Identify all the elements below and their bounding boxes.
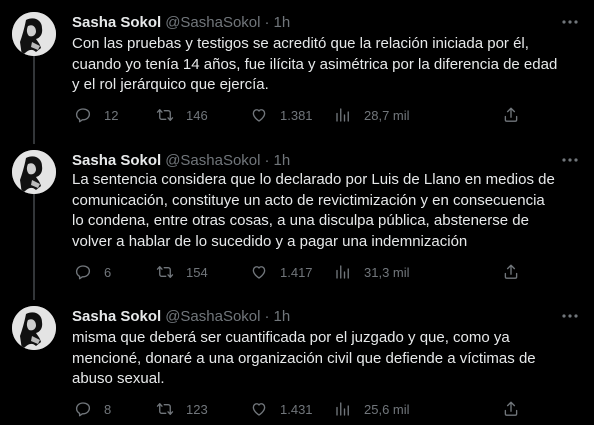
timestamp[interactable]: 1h: [273, 14, 290, 31]
reply-count: 8: [104, 401, 112, 417]
timestamp[interactable]: 1h: [273, 308, 290, 325]
view-count: 31,3 mil: [364, 264, 410, 280]
views-button[interactable]: 28,7 mil: [334, 105, 410, 125]
timestamp[interactable]: 1h: [273, 152, 290, 169]
tweet[interactable]: Sasha Sokol @SashaSokol · 1h La sentenci…: [0, 142, 594, 300]
reply-button[interactable]: 6: [74, 262, 111, 282]
reply-count: 12: [104, 107, 119, 123]
tweet-text: La sentencia considera que lo declarado …: [72, 171, 555, 250]
thread-connector: [33, 54, 35, 144]
separator: ·: [264, 307, 270, 325]
more-dots-icon[interactable]: [560, 150, 580, 170]
retweet-count: 146: [186, 107, 208, 123]
tweet-header: Sasha Sokol @SashaSokol · 1h: [72, 150, 290, 170]
reply-count: 6: [104, 264, 112, 280]
heart-icon: [252, 403, 266, 416]
views-button[interactable]: 25,6 mil: [334, 399, 410, 419]
like-count: 1.417: [280, 264, 313, 280]
views-chart-icon: [336, 402, 349, 416]
author-name[interactable]: Sasha Sokol: [72, 308, 161, 325]
heart-icon: [252, 266, 266, 279]
share-button[interactable]: [502, 262, 520, 282]
author-handle[interactable]: @SashaSokol: [165, 152, 260, 169]
tweet-text: Con las pruebas y testigos se acreditó q…: [72, 35, 558, 93]
like-count: 1.381: [280, 107, 313, 123]
retweet-icon: [156, 266, 174, 278]
reply-button[interactable]: 8: [74, 399, 111, 419]
share-button[interactable]: [502, 399, 520, 419]
retweet-button[interactable]: 154: [156, 262, 208, 282]
heart-icon: [252, 109, 266, 122]
view-count: 28,7 mil: [364, 107, 410, 123]
author-handle[interactable]: @SashaSokol: [165, 14, 260, 31]
thread-connector: [33, 192, 35, 300]
reply-button[interactable]: 12: [74, 105, 118, 125]
avatar[interactable]: [12, 12, 56, 56]
like-button[interactable]: 1.431: [250, 399, 313, 419]
share-icon: [504, 107, 518, 122]
like-count: 1.431: [280, 401, 313, 417]
tweet-actions: 6 154 1.417 31,3 mil: [72, 262, 572, 282]
avatar[interactable]: [12, 150, 56, 194]
share-icon: [504, 264, 518, 279]
tweet-actions: 12 146 1.381 28,7 mil: [72, 105, 572, 125]
tweet-text: misma que deberá ser cuantificada por el…: [72, 329, 536, 387]
separator: ·: [264, 151, 270, 169]
author-name[interactable]: Sasha Sokol: [72, 14, 161, 31]
tweet-header: Sasha Sokol @SashaSokol · 1h: [72, 12, 290, 32]
reply-icon: [75, 108, 91, 123]
author-handle[interactable]: @SashaSokol: [165, 308, 260, 325]
retweet-count: 123: [186, 401, 208, 417]
retweet-icon: [156, 109, 174, 121]
like-button[interactable]: 1.417: [250, 262, 313, 282]
tweet-header: Sasha Sokol @SashaSokol · 1h: [72, 306, 290, 326]
views-chart-icon: [336, 265, 349, 279]
like-button[interactable]: 1.381: [250, 105, 313, 125]
reply-icon: [75, 265, 91, 280]
tweet-actions: 8 123 1.431 25,6 mil: [72, 399, 572, 419]
retweet-icon: [156, 403, 174, 415]
retweet-button[interactable]: 146: [156, 105, 208, 125]
tweet[interactable]: Sasha Sokol @SashaSokol · 1h Con las pru…: [0, 4, 594, 144]
retweet-count: 154: [186, 264, 208, 280]
reply-icon: [75, 402, 91, 417]
tweet[interactable]: Sasha Sokol @SashaSokol · 1h misma que d…: [0, 298, 594, 425]
retweet-button[interactable]: 123: [156, 399, 208, 419]
author-name[interactable]: Sasha Sokol: [72, 152, 161, 169]
share-icon: [504, 401, 518, 416]
views-button[interactable]: 31,3 mil: [334, 262, 410, 282]
more-dots-icon[interactable]: [560, 306, 580, 326]
share-button[interactable]: [502, 105, 520, 125]
separator: ·: [264, 13, 270, 31]
views-chart-icon: [336, 108, 349, 122]
view-count: 25,6 mil: [364, 401, 410, 417]
avatar[interactable]: [12, 306, 56, 350]
more-dots-icon[interactable]: [560, 12, 580, 32]
